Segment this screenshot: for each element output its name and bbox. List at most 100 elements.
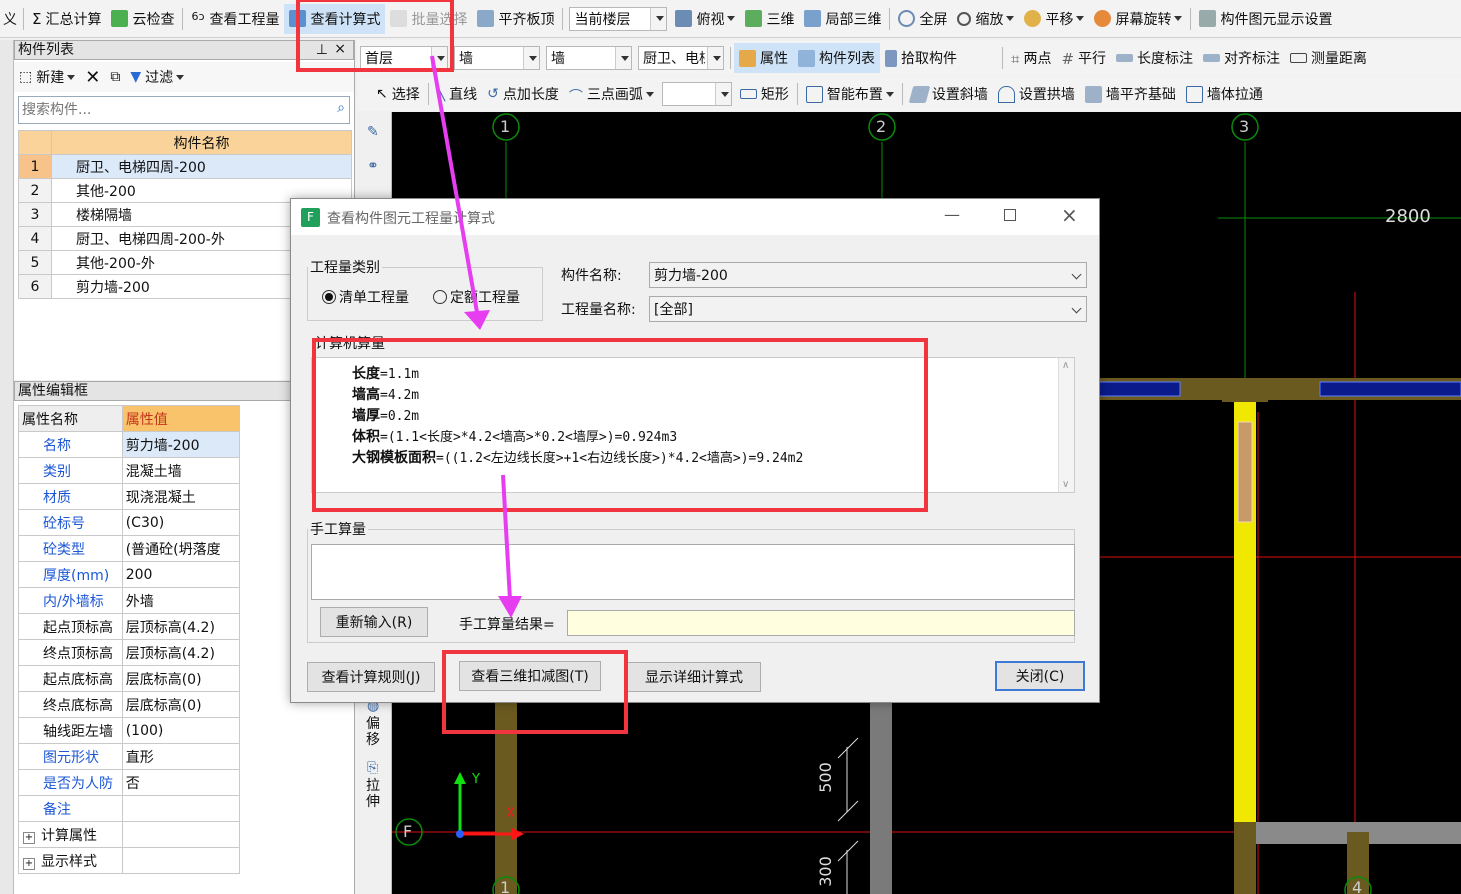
scrollbar[interactable]: ∧ ∨ bbox=[1058, 358, 1074, 492]
type-select-1[interactable]: 墙 bbox=[454, 46, 540, 70]
maximize-icon[interactable] bbox=[1004, 209, 1016, 221]
property-value-cell[interactable]: 层顶标高(4.2) bbox=[121, 613, 241, 640]
align-base-button[interactable]: 墙平齐基础 bbox=[1080, 79, 1181, 109]
property-row[interactable]: 名称 剪力墙-200 bbox=[18, 431, 241, 458]
property-value-cell[interactable]: 现浇混凝土 bbox=[121, 483, 241, 510]
property-value-cell[interactable]: (100) bbox=[121, 717, 241, 744]
delete-button[interactable]: ✕ bbox=[80, 62, 105, 92]
summary-button[interactable]: Σ 汇总计算 bbox=[27, 4, 106, 34]
property-row[interactable]: 类别 混凝土墙 bbox=[18, 457, 241, 484]
3d-button[interactable]: 三维 bbox=[740, 4, 799, 34]
type-select-2[interactable]: 墙 bbox=[546, 46, 632, 70]
smart-layout-button[interactable]: 智能布置 bbox=[801, 79, 899, 109]
fullscreen-button[interactable]: 全屏 bbox=[893, 4, 952, 34]
property-value-cell[interactable] bbox=[121, 795, 241, 822]
draw-mode-select[interactable] bbox=[661, 82, 732, 106]
property-row[interactable]: 材质 现浇混凝土 bbox=[18, 483, 241, 510]
copy-button[interactable]: ⧉ bbox=[105, 62, 125, 92]
display-settings-button[interactable]: 构件图元显示设置 bbox=[1194, 4, 1337, 34]
stretch-label[interactable]: 拉伸 bbox=[366, 778, 382, 810]
property-row[interactable]: 图元形状 直形 bbox=[18, 743, 241, 770]
property-value-cell[interactable]: 层底标高(0) bbox=[121, 691, 241, 718]
property-value-cell[interactable]: 混凝土墙 bbox=[121, 457, 241, 484]
expand-icon[interactable]: + bbox=[23, 857, 35, 870]
align-mark-button[interactable]: 对齐标注 bbox=[1198, 43, 1285, 73]
property-value-cell[interactable]: (C30) bbox=[121, 509, 241, 536]
reenter-button[interactable]: 重新输入(R) bbox=[320, 607, 428, 637]
close-icon[interactable]: × bbox=[1061, 203, 1078, 227]
toolbar-cut-item[interactable]: 义 bbox=[0, 4, 20, 34]
manual-result-field[interactable] bbox=[567, 610, 1075, 636]
stretch-icon[interactable]: ⎘ bbox=[367, 760, 378, 776]
property-row[interactable]: 砼标号 (C30) bbox=[18, 509, 241, 536]
row-name[interactable]: 厨卫、电梯四周-200 bbox=[51, 154, 352, 179]
property-value-cell[interactable]: 剪力墙-200 bbox=[121, 431, 241, 458]
cloud-check-button[interactable]: 云检查 bbox=[106, 4, 179, 34]
zoom-button[interactable]: 缩放 bbox=[952, 4, 1019, 34]
expand-icon[interactable]: + bbox=[23, 831, 35, 844]
property-value-cell[interactable]: (普通砼(坍落度 bbox=[121, 535, 241, 562]
component-select[interactable]: 厨卫、电梯 bbox=[638, 46, 724, 70]
select-button[interactable]: ↖ 选择 bbox=[371, 79, 425, 109]
view-rules-button[interactable]: 查看计算规则(J) bbox=[307, 662, 435, 692]
radio-quota[interactable]: 定额工程量 bbox=[433, 287, 520, 307]
align-slab-button[interactable]: 平齐板顶 bbox=[472, 4, 559, 34]
property-value-cell[interactable]: 外墙 bbox=[121, 587, 241, 614]
rect-button[interactable]: 矩形 bbox=[735, 79, 794, 109]
pick-component-button[interactable]: 拾取构件 bbox=[880, 43, 962, 73]
arc-button[interactable]: ⌒ 三点画弧 bbox=[564, 79, 659, 109]
property-row[interactable]: 终点顶标高 层顶标高(4.2) bbox=[18, 639, 241, 666]
show-detail-button[interactable]: 显示详细计算式 bbox=[627, 662, 761, 692]
attributes-button[interactable]: 属性 bbox=[734, 43, 793, 73]
property-value-cell[interactable]: 200 bbox=[121, 561, 241, 588]
property-value-cell[interactable] bbox=[121, 847, 241, 874]
component-list-button[interactable]: 构件列表 bbox=[793, 43, 880, 73]
offset-label[interactable]: 偏移 bbox=[366, 716, 382, 748]
length-mark-button[interactable]: 长度标注 bbox=[1111, 43, 1198, 73]
top-view-button[interactable]: 俯视 bbox=[670, 4, 740, 34]
search-icon[interactable]: ⌕ bbox=[337, 100, 345, 116]
property-row[interactable]: 起点顶标高 层顶标高(4.2) bbox=[18, 613, 241, 640]
property-row[interactable]: 起点底标高 层底标高(0) bbox=[18, 665, 241, 692]
property-row[interactable]: 终点底标高 层底标高(0) bbox=[18, 691, 241, 718]
property-value-cell[interactable]: 层底标高(0) bbox=[121, 665, 241, 692]
point-length-button[interactable]: ↺ 点加长度 bbox=[482, 79, 564, 109]
property-value-cell[interactable]: 否 bbox=[121, 769, 241, 796]
slope-wall-button[interactable]: 设置斜墙 bbox=[906, 79, 993, 109]
new-button[interactable]: ⬚ 新建 bbox=[14, 62, 80, 92]
line-button[interactable]: ╲ 直线 bbox=[432, 79, 482, 109]
view-project-button[interactable]: 6ɔ 查看工程量 bbox=[186, 4, 284, 34]
pan-button[interactable]: 平移 bbox=[1019, 4, 1089, 34]
table-row[interactable]: 1 厨卫、电梯四周-200 bbox=[18, 154, 352, 179]
quantity-name-select[interactable]: [全部] bbox=[649, 296, 1087, 322]
property-value-cell[interactable]: 直形 bbox=[121, 743, 241, 770]
measure-button[interactable]: 测量距离 bbox=[1285, 43, 1372, 73]
current-floor-select[interactable]: 当前楼层 bbox=[569, 6, 668, 31]
scroll-up-icon[interactable]: ∧ bbox=[1062, 360, 1069, 371]
link-icon[interactable]: ⚭ bbox=[367, 158, 379, 174]
property-row[interactable]: + 显示样式 bbox=[18, 847, 241, 874]
brush-icon[interactable]: ✎ bbox=[367, 124, 379, 140]
radio-list[interactable]: 清单工程量 bbox=[322, 287, 409, 307]
manual-input-box[interactable] bbox=[311, 544, 1075, 600]
property-row[interactable]: 厚度(mm) 200 bbox=[18, 561, 241, 588]
two-points-button[interactable]: ⌗ 两点 bbox=[1006, 43, 1056, 73]
property-row[interactable]: 是否为人防否 bbox=[18, 769, 241, 796]
scroll-down-icon[interactable]: ∨ bbox=[1062, 479, 1069, 490]
search-box[interactable]: ⌕ bbox=[18, 96, 350, 124]
property-value-cell[interactable] bbox=[121, 821, 241, 848]
local-3d-button[interactable]: 局部三维 bbox=[799, 4, 886, 34]
rotate-screen-button[interactable]: 屏幕旋转 bbox=[1089, 4, 1187, 34]
minimize-icon[interactable]: — bbox=[944, 205, 960, 224]
property-row[interactable]: 砼类型 (普通砼(坍落度 bbox=[18, 535, 241, 562]
component-name-select[interactable]: 剪力墙-200 bbox=[649, 262, 1087, 288]
property-row[interactable]: + 计算属性 bbox=[18, 821, 241, 848]
property-row[interactable]: 轴线距左墙 (100) bbox=[18, 717, 241, 744]
property-row[interactable]: 内/外墙标 外墙 bbox=[18, 587, 241, 614]
filter-button[interactable]: ▼ 过滤 bbox=[125, 62, 189, 92]
arch-wall-button[interactable]: 设置拱墙 bbox=[993, 79, 1080, 109]
property-value-cell[interactable]: 层顶标高(4.2) bbox=[121, 639, 241, 666]
property-row[interactable]: 备注 bbox=[18, 795, 241, 822]
parallel-button[interactable]: # 平行 bbox=[1056, 43, 1111, 73]
close-button[interactable]: 关闭(C) bbox=[995, 661, 1085, 691]
